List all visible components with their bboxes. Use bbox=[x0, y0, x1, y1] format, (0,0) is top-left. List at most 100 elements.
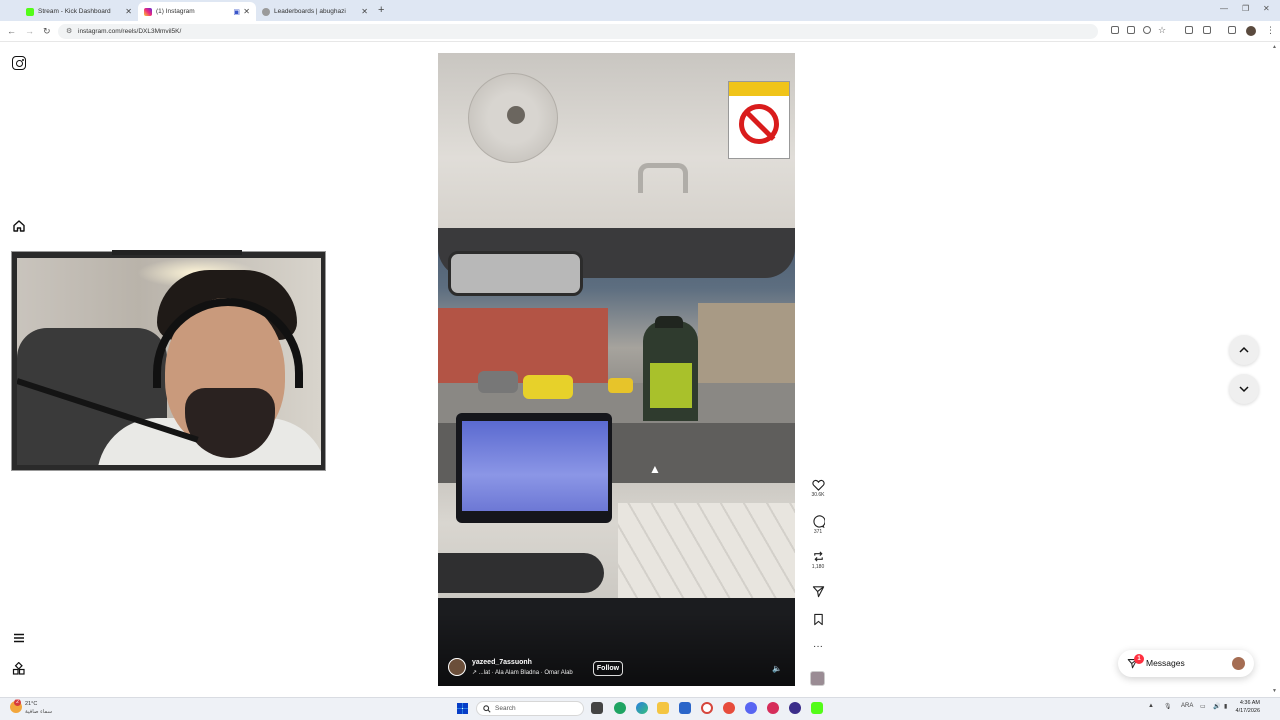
search-icon bbox=[483, 705, 491, 713]
bookmark-star-icon[interactable]: ☆ bbox=[1158, 25, 1166, 36]
rearview-mirror bbox=[448, 251, 583, 296]
store-icon[interactable] bbox=[679, 702, 691, 714]
repost-button[interactable]: 1,180 bbox=[808, 550, 828, 570]
edge-icon[interactable] bbox=[636, 702, 648, 714]
heart-icon bbox=[811, 479, 825, 491]
comment-icon bbox=[812, 515, 825, 528]
repost-count: 1,180 bbox=[811, 564, 825, 570]
follow-button[interactable]: Follow bbox=[593, 661, 623, 676]
task-view-icon[interactable] bbox=[591, 702, 603, 714]
kick-favicon-icon bbox=[26, 7, 34, 16]
maximize-icon[interactable]: ❐ bbox=[1242, 4, 1249, 13]
bookmark-icon bbox=[813, 613, 823, 626]
mute-icon[interactable]: 🔈 bbox=[771, 663, 783, 675]
close-window-icon[interactable]: ✕ bbox=[1263, 4, 1270, 13]
scroll-down-icon[interactable]: ▼ bbox=[1272, 688, 1277, 694]
profile-avatar[interactable] bbox=[1246, 26, 1256, 36]
tab-leaderboards[interactable]: Leaderboards | abughazi ✕ bbox=[256, 2, 374, 21]
share-button[interactable] bbox=[808, 585, 828, 598]
messages-button[interactable]: 1 Messages bbox=[1118, 650, 1254, 677]
scroll-up-icon[interactable]: ▲ bbox=[1272, 44, 1277, 50]
language-indicator[interactable]: ARA bbox=[1181, 703, 1193, 709]
tab-label: (1) Instagram bbox=[156, 8, 195, 15]
audio-thumbnail[interactable] bbox=[810, 671, 825, 686]
reload-icon[interactable]: ↻ bbox=[43, 26, 51, 37]
weather-description: سماء صافية bbox=[25, 709, 53, 715]
like-button[interactable]: 30.6K bbox=[808, 479, 828, 498]
file-explorer-icon[interactable] bbox=[657, 702, 669, 714]
no-sign-sticker bbox=[728, 81, 790, 159]
close-tab-icon[interactable]: ✕ bbox=[361, 7, 368, 16]
tab-label: Leaderboards | abughazi bbox=[274, 8, 346, 15]
weather-badge: 2 bbox=[14, 699, 21, 706]
car-dome-light bbox=[468, 73, 558, 163]
zoom-icon[interactable] bbox=[1143, 26, 1151, 34]
menu-icon[interactable] bbox=[12, 631, 26, 645]
browser-menu-icon[interactable]: ⋮ bbox=[1266, 25, 1275, 36]
save-button[interactable] bbox=[808, 613, 828, 626]
app-icon-2[interactable] bbox=[767, 702, 779, 714]
instagram-logo-icon[interactable] bbox=[12, 56, 26, 70]
webcam-frame-decoration bbox=[112, 250, 242, 256]
url-text: instagram.com/reels/DXL3Mmvil5K/ bbox=[78, 28, 182, 35]
weather-temperature: 21°C bbox=[25, 701, 38, 707]
network-icon[interactable]: ▭ bbox=[1200, 703, 1206, 710]
chrome-active-icon[interactable] bbox=[723, 702, 735, 714]
sidebar-icon[interactable] bbox=[1228, 26, 1236, 34]
repost-icon bbox=[813, 551, 823, 562]
obs-icon[interactable] bbox=[789, 702, 801, 714]
next-reel-button[interactable] bbox=[1229, 374, 1259, 404]
author-avatar[interactable] bbox=[448, 658, 466, 676]
home-icon[interactable] bbox=[12, 219, 26, 233]
url-field[interactable]: ⚙ instagram.com/reels/DXL3Mmvil5K/ bbox=[58, 24, 1098, 39]
globe-favicon-icon bbox=[262, 7, 270, 16]
reel-audio-info[interactable]: ↗ ...lat · Ala Alam Bladna · Omar Alab bbox=[472, 669, 573, 676]
site-info-icon[interactable]: ⚙ bbox=[66, 24, 72, 39]
search-placeholder: Search bbox=[495, 705, 516, 712]
author-username[interactable]: yazeed_7assuonh bbox=[472, 659, 532, 666]
chevron-up-icon bbox=[1239, 346, 1249, 353]
mic-icon[interactable]: 🎙 bbox=[1164, 703, 1172, 710]
instagram-favicon-icon bbox=[144, 7, 152, 16]
address-bar-row: ← → ↻ ⚙ instagram.com/reels/DXL3Mmvil5K/… bbox=[0, 21, 1280, 42]
apps-icon[interactable] bbox=[12, 661, 26, 676]
minimize-icon[interactable]: — bbox=[1220, 4, 1228, 13]
reel-video[interactable] bbox=[438, 53, 795, 686]
messages-label: Messages bbox=[1146, 658, 1185, 668]
tray-expand-icon[interactable]: ▲ bbox=[1148, 703, 1154, 709]
cast-icon[interactable] bbox=[1127, 26, 1135, 34]
close-tab-icon[interactable]: ✕ bbox=[243, 7, 250, 16]
messages-avatar bbox=[1232, 657, 1245, 670]
forward-icon[interactable]: → bbox=[25, 26, 34, 36]
volume-icon[interactable]: 🔊 bbox=[1213, 703, 1220, 710]
browser-tab-strip: Stream - Kick Dashboard ✕ (1) Instagram … bbox=[0, 0, 1280, 21]
chrome-icon[interactable] bbox=[701, 702, 713, 714]
kick-icon[interactable] bbox=[811, 702, 823, 714]
more-options-icon[interactable]: ··· bbox=[808, 641, 828, 652]
clock-time[interactable]: 4:36 AM bbox=[1236, 700, 1260, 706]
translate-icon[interactable] bbox=[1111, 26, 1119, 34]
tab-instagram[interactable]: (1) Instagram ▣ ✕ bbox=[138, 2, 256, 21]
chevron-down-icon bbox=[1239, 386, 1249, 393]
clock-date[interactable]: 4/17/2026 bbox=[1230, 708, 1260, 714]
extension-icon[interactable] bbox=[1185, 26, 1193, 34]
like-count: 30.6K bbox=[811, 492, 825, 498]
webcam-overlay bbox=[11, 250, 326, 471]
tab-audio-icon[interactable]: ▣ bbox=[233, 8, 240, 16]
previous-reel-button[interactable] bbox=[1229, 335, 1259, 365]
app-icon-1[interactable] bbox=[614, 702, 626, 714]
battery-icon[interactable]: ▮ bbox=[1224, 703, 1227, 710]
messages-badge: 1 bbox=[1134, 654, 1144, 664]
mouse-cursor-icon: ▲ bbox=[649, 462, 661, 476]
taskbar-search[interactable]: Search bbox=[476, 701, 584, 716]
new-tab-button[interactable]: + bbox=[378, 4, 384, 16]
discord-icon[interactable] bbox=[745, 702, 757, 714]
close-tab-icon[interactable]: ✕ bbox=[125, 7, 132, 16]
back-icon[interactable]: ← bbox=[7, 26, 16, 36]
comment-button[interactable]: 371 bbox=[808, 515, 828, 535]
taskbar: 2 21°C سماء صافية Search ▲ 🎙 ARA ▭ 🔊 ▮ 4… bbox=[0, 697, 1280, 720]
extensions-puzzle-icon[interactable] bbox=[1203, 26, 1211, 34]
webcam-video bbox=[17, 258, 321, 465]
windows-start-icon[interactable] bbox=[457, 703, 468, 714]
tab-kick-dashboard[interactable]: Stream - Kick Dashboard ✕ bbox=[20, 2, 138, 21]
